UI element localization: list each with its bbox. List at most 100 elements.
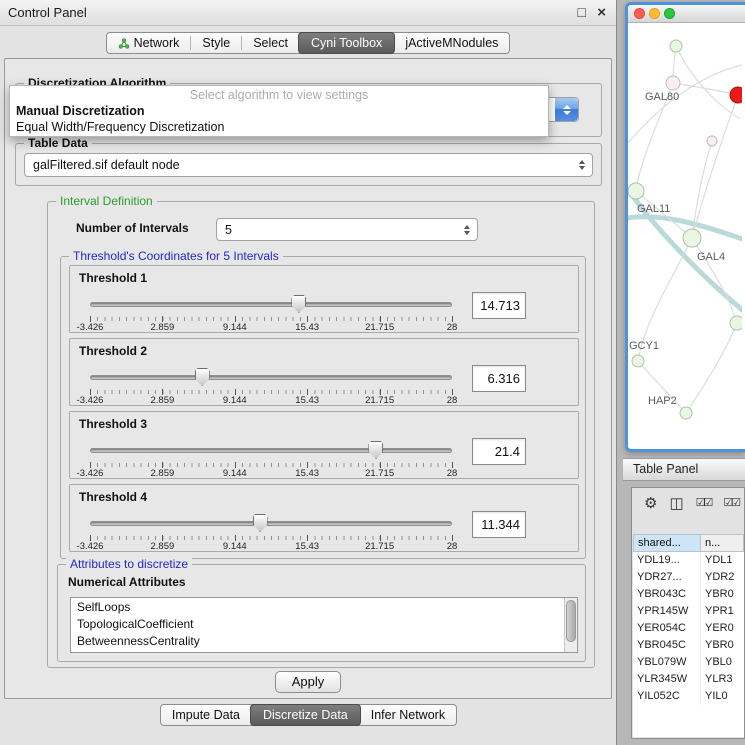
attribute-list-item[interactable]: BetweennessCentrality xyxy=(71,632,577,649)
table-row[interactable]: YBR045CYBR0 xyxy=(633,637,744,654)
combobox-updown-icon xyxy=(464,225,470,235)
threshold-slider[interactable]: -3.4262.8599.14415.4321.71528 xyxy=(90,513,452,551)
slider-thumb[interactable] xyxy=(195,368,210,386)
table-cell: YBL0 xyxy=(701,654,744,671)
network-node[interactable] xyxy=(680,407,692,419)
table-row[interactable]: YIL052CYIL0 xyxy=(633,688,744,705)
tab-discretize-data[interactable]: Discretize Data xyxy=(250,704,361,726)
slider-track[interactable] xyxy=(90,448,452,453)
control-panel-title: Control Panel xyxy=(8,0,87,25)
table-cell: YPR145W xyxy=(633,603,701,620)
control-panel-titlebar[interactable]: Control Panel □ × xyxy=(0,0,616,26)
scrollbar-thumb[interactable] xyxy=(566,600,576,642)
dropdown-option[interactable]: Manual Discretization xyxy=(10,103,548,119)
table-row[interactable]: YDR27...YDR2 xyxy=(633,569,744,586)
numerical-attributes-list[interactable]: SelfLoopsTopologicalCoefficientBetweenne… xyxy=(70,597,578,653)
network-node[interactable] xyxy=(628,183,644,199)
dropdown-placeholder-option[interactable]: Select algorithm to view settings xyxy=(10,87,548,103)
tab-style[interactable]: Style xyxy=(191,33,241,53)
threshold-value-field[interactable]: 14.713 xyxy=(472,292,526,319)
threshold-value-field[interactable]: 6.316 xyxy=(472,365,526,392)
number-of-intervals-value: 5 xyxy=(225,219,453,241)
table-panel-header[interactable]: Table Panel xyxy=(623,458,745,481)
threshold-slider[interactable]: -3.4262.8599.14415.4321.71528 xyxy=(90,440,452,478)
network-window-titlebar[interactable] xyxy=(628,5,745,23)
tab-label: Infer Network xyxy=(371,708,445,722)
network-node[interactable] xyxy=(707,136,717,146)
dropdown-option[interactable]: Equal Width/Frequency Discretization xyxy=(10,119,548,135)
network-edge[interactable] xyxy=(676,46,740,119)
node-label: GAL80 xyxy=(645,91,679,103)
threshold-panel: Threshold 4 -3.4262.8599.14415.4321.7152… xyxy=(69,484,579,552)
slider-minor-ticks xyxy=(90,536,452,540)
tab-label: Cyni Toolbox xyxy=(311,36,382,50)
threshold-value-field[interactable]: 11.344 xyxy=(472,511,526,538)
gear-icon[interactable]: ⚙ xyxy=(644,496,657,511)
network-canvas[interactable]: GAL80GAL11GAL4GCY1HAP2 xyxy=(628,23,745,448)
network-edge[interactable] xyxy=(673,83,738,95)
network-edge[interactable] xyxy=(686,323,737,413)
table-data-combobox[interactable]: galFiltered.sif default node xyxy=(24,153,593,177)
attributes-group-title: Attributes to discretize xyxy=(66,557,192,572)
slider-thumb[interactable] xyxy=(368,441,383,459)
table-cell: YDL19... xyxy=(633,552,701,569)
attribute-list-item[interactable]: SelfLoops xyxy=(71,598,577,615)
network-edge[interactable] xyxy=(692,95,738,238)
threshold-slider[interactable]: -3.4262.8599.14415.4321.71528 xyxy=(90,367,452,405)
threshold-label: Threshold 2 xyxy=(79,344,147,358)
column-header[interactable]: shared... xyxy=(633,534,701,552)
slider-track[interactable] xyxy=(90,302,452,307)
table-row[interactable]: YBR043CYBR0 xyxy=(633,586,744,603)
zoom-traffic-light-icon[interactable] xyxy=(664,8,675,19)
slider-scale-label: 9.144 xyxy=(223,322,247,333)
number-of-intervals-combobox[interactable]: 5 xyxy=(216,218,478,241)
slider-track[interactable] xyxy=(90,375,452,380)
tab-select[interactable]: Select xyxy=(242,33,299,53)
tab-jactivemnodules[interactable]: jActiveMNodules xyxy=(394,33,509,53)
check-pair-icon[interactable]: ☑☑ xyxy=(723,498,739,509)
table-row[interactable]: YDL19...YDL1 xyxy=(633,552,744,569)
network-node[interactable] xyxy=(683,229,701,247)
network-graph[interactable]: GAL80GAL11GAL4GCY1HAP2 xyxy=(628,23,742,448)
tab-infer-network[interactable]: Infer Network xyxy=(360,705,456,725)
tab-network[interactable]: Network xyxy=(107,33,191,53)
threshold-panel: Threshold 3 -3.4262.8599.14415.4321.7152… xyxy=(69,411,579,479)
slider-scale-label: 21.715 xyxy=(365,395,394,406)
tab-label: Style xyxy=(202,36,230,50)
apply-button[interactable]: Apply xyxy=(275,671,341,693)
network-node[interactable] xyxy=(666,76,680,90)
control-panel-window: Control Panel □ × Network Style Select Cyni… xyxy=(0,0,617,745)
table-cell: YLR3 xyxy=(701,671,744,688)
table-cell: YDL1 xyxy=(701,552,744,569)
network-node[interactable] xyxy=(730,316,742,330)
check-pair-icon[interactable]: ☑☑ xyxy=(696,498,712,509)
network-node[interactable] xyxy=(730,87,742,103)
tab-impute-data[interactable]: Impute Data xyxy=(161,705,251,725)
slider-thumb[interactable] xyxy=(253,514,268,532)
columns-icon[interactable]: ◫ xyxy=(669,496,683,511)
threshold-slider[interactable]: -3.4262.8599.14415.4321.71528 xyxy=(90,294,452,332)
close-icon[interactable]: × xyxy=(597,0,606,25)
attribute-list-item[interactable]: TopologicalCoefficient xyxy=(71,615,577,632)
network-node[interactable] xyxy=(670,40,682,52)
close-traffic-light-icon[interactable] xyxy=(634,8,645,19)
table-row[interactable]: YBL079WYBL0 xyxy=(633,654,744,671)
table-panel-window: ⚙ ◫ ☑☑ ☑☑ shared...n... YDL19...YDL1YDR27..… xyxy=(631,487,745,739)
combobox-updown-blue-icon[interactable] xyxy=(555,98,578,121)
thresholds-coordinates-group: Threshold's Coordinates for 5 Intervals … xyxy=(60,256,586,559)
slider-thumb[interactable] xyxy=(291,295,306,313)
top-tabs-segment: Network Style Select Cyni Toolbox jActiveMNo… xyxy=(106,32,511,54)
slider-track[interactable] xyxy=(90,521,452,526)
network-node[interactable] xyxy=(632,355,644,367)
table-row[interactable]: YPR145WYPR1 xyxy=(633,603,744,620)
slider-minor-ticks xyxy=(90,317,452,321)
table-row[interactable]: YER054CYER0 xyxy=(633,620,744,637)
table-row[interactable]: YLR345WYLR3 xyxy=(633,671,744,688)
threshold-value-field[interactable]: 21.4 xyxy=(472,438,526,465)
list-scrollbar[interactable] xyxy=(564,598,577,652)
float-window-icon[interactable]: □ xyxy=(578,0,586,25)
minimize-traffic-light-icon[interactable] xyxy=(649,8,660,19)
tab-cyni-toolbox[interactable]: Cyni Toolbox xyxy=(298,32,395,54)
column-header[interactable]: n... xyxy=(701,534,744,552)
table-cell: YBL079W xyxy=(633,654,701,671)
